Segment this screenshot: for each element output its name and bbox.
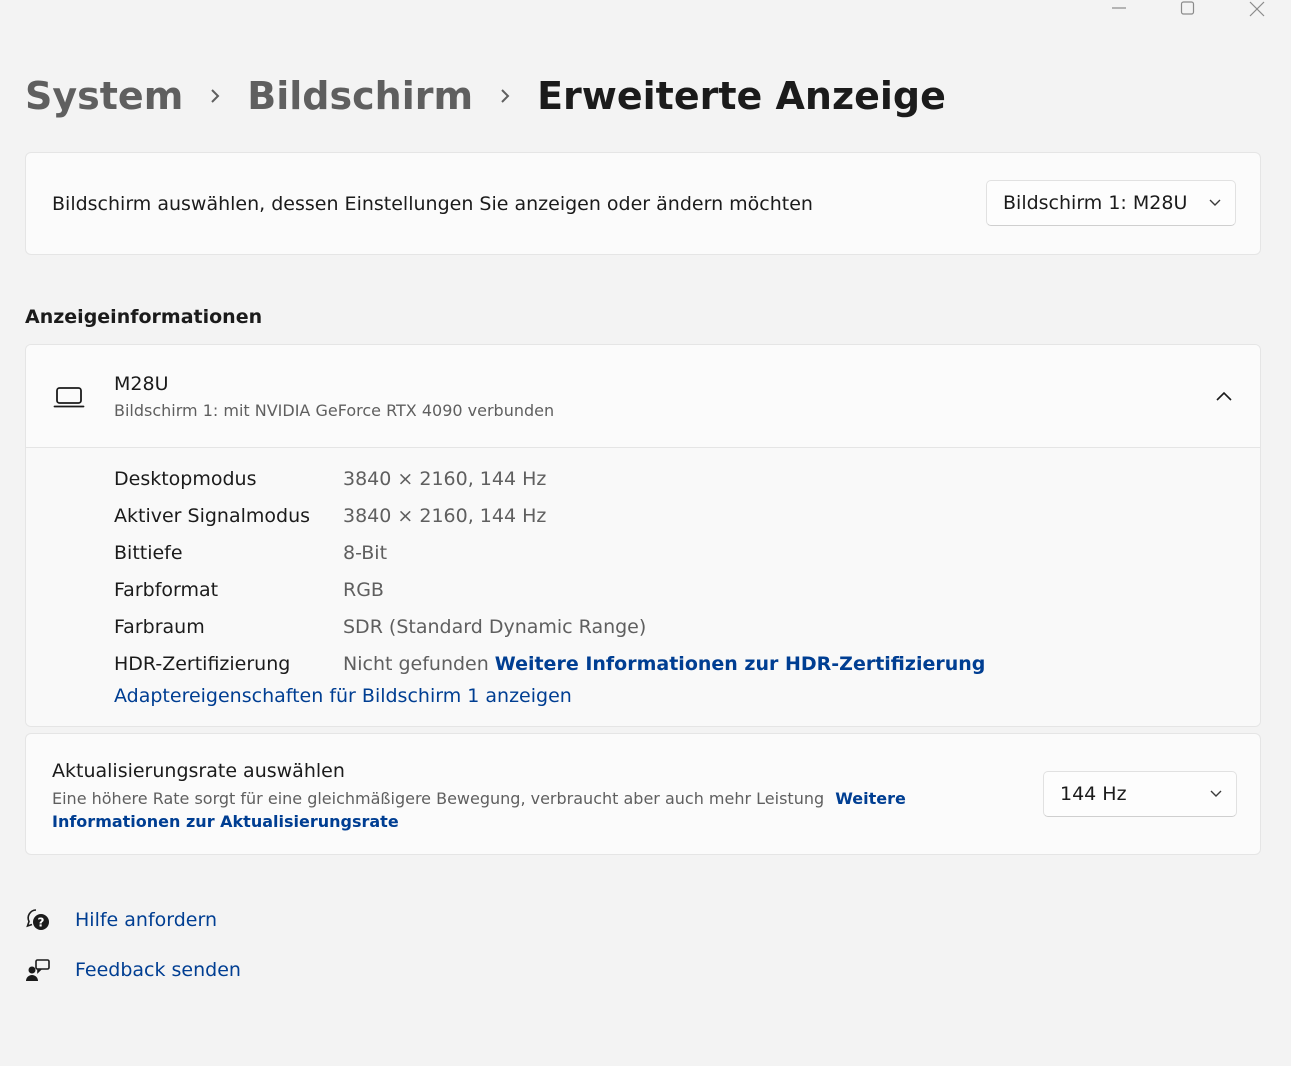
breadcrumb: System Bildschirm Erweiterte Anzeige	[25, 66, 946, 126]
prop-row-bit-depth: Bittiefe 8-Bit	[114, 538, 387, 568]
adapter-properties-link[interactable]: Adaptereigenschaften für Bildschirm 1 an…	[114, 685, 572, 707]
prop-value: RGB	[343, 579, 384, 601]
chevron-down-icon	[1196, 789, 1236, 799]
prop-key: Farbraum	[114, 616, 205, 638]
display-dropdown[interactable]: Bildschirm 1: M28U	[986, 180, 1236, 226]
settings-window: System Bildschirm Erweiterte Anzeige Bil…	[0, 0, 1291, 1066]
hdr-info-link[interactable]: Weitere Informationen zur HDR-Zertifizie…	[495, 653, 986, 675]
breadcrumb-bildschirm[interactable]: Bildschirm	[247, 74, 473, 118]
prop-row-hdr-certification: HDR-Zertifizierung Nicht gefunden Weiter…	[114, 649, 985, 679]
prop-row-desktop-mode: Desktopmodus 3840 × 2160, 144 Hz	[114, 464, 546, 494]
prop-key: Farbformat	[114, 579, 219, 601]
display-subtitle: Bildschirm 1: mit NVIDIA GeForce RTX 409…	[114, 401, 555, 420]
get-help-text: Hilfe anfordern	[75, 909, 218, 931]
maximize-icon	[1180, 1, 1194, 15]
chevron-up-icon[interactable]	[1210, 385, 1238, 407]
chevron-right-icon	[473, 87, 537, 105]
laptop-icon	[53, 385, 85, 413]
maximize-button[interactable]	[1153, 0, 1222, 20]
prop-row-color-space: Farbraum SDR (Standard Dynamic Range)	[114, 612, 646, 642]
help-chat-icon: ?	[25, 907, 75, 933]
feedback-text: Feedback senden	[75, 959, 241, 981]
refresh-rate-title: Aktualisierungsrate auswählen	[52, 760, 345, 782]
close-icon	[1249, 1, 1264, 17]
display-dropdown-value: Bildschirm 1: M28U	[1003, 192, 1188, 214]
feedback-link[interactable]: Feedback senden	[25, 955, 241, 985]
display-select-label: Bildschirm auswählen, dessen Einstellung…	[52, 193, 813, 215]
prop-value: 3840 × 2160, 144 Hz	[343, 505, 547, 527]
get-help-link[interactable]: ? Hilfe anfordern	[25, 905, 217, 935]
breadcrumb-system[interactable]: System	[25, 74, 183, 118]
prop-row-active-signal-mode: Aktiver Signalmodus 3840 × 2160, 144 Hz	[114, 501, 546, 531]
refresh-rate-dropdown[interactable]: 144 Hz	[1043, 771, 1237, 817]
prop-key: Desktopmodus	[114, 468, 257, 490]
display-info-details: Desktopmodus 3840 × 2160, 144 Hz Aktiver…	[26, 448, 1260, 726]
display-name: M28U	[114, 373, 169, 395]
display-select-card: Bildschirm auswählen, dessen Einstellung…	[25, 152, 1261, 255]
page-title: Erweiterte Anzeige	[537, 74, 946, 118]
chevron-right-icon	[183, 87, 247, 105]
minimize-button[interactable]	[1084, 0, 1153, 20]
prop-value: 8-Bit	[343, 542, 388, 564]
chevron-down-icon	[1195, 198, 1235, 208]
display-info-card: M28U Bildschirm 1: mit NVIDIA GeForce RT…	[25, 344, 1261, 727]
window-controls	[1084, 0, 1291, 20]
refresh-rate-dropdown-value: 144 Hz	[1060, 783, 1127, 805]
prop-value: 3840 × 2160, 144 Hz	[343, 468, 547, 490]
close-button[interactable]	[1222, 0, 1291, 20]
refresh-rate-description: Eine höhere Rate sorgt für eine gleichmä…	[52, 787, 912, 833]
section-title-display-info: Anzeigeinformationen	[25, 306, 263, 328]
minimize-icon	[1111, 7, 1126, 9]
svg-text:?: ?	[38, 916, 45, 930]
prop-key: HDR-Zertifizierung	[114, 653, 291, 675]
display-info-header[interactable]: M28U Bildschirm 1: mit NVIDIA GeForce RT…	[26, 345, 1260, 448]
prop-key: Aktiver Signalmodus	[114, 505, 311, 527]
refresh-rate-card: Aktualisierungsrate auswählen Eine höher…	[25, 733, 1261, 855]
prop-key: Bittiefe	[114, 542, 183, 564]
prop-value: Nicht gefunden	[343, 653, 489, 675]
refresh-rate-description-text: Eine höhere Rate sorgt für eine gleichmä…	[52, 789, 825, 808]
prop-value: SDR (Standard Dynamic Range)	[343, 616, 647, 638]
feedback-icon	[25, 957, 75, 983]
prop-row-color-format: Farbformat RGB	[114, 575, 384, 605]
